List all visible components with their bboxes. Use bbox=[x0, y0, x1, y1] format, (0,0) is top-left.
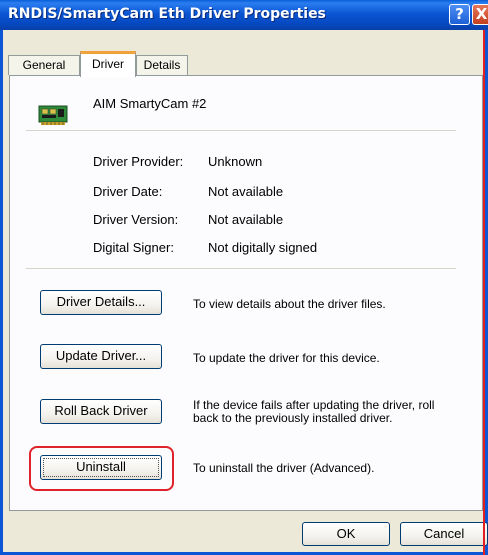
driver-version-value: Not available bbox=[208, 212, 284, 227]
driver-details-button[interactable]: Driver Details... bbox=[40, 290, 162, 315]
driver-details-description: To view details about the driver files. bbox=[193, 297, 386, 311]
driver-date-value: Not available bbox=[208, 184, 284, 199]
tab-general[interactable]: General bbox=[8, 55, 80, 75]
update-driver-description: To update the driver for this device. bbox=[193, 351, 380, 365]
tab-driver[interactable]: Driver bbox=[80, 51, 136, 77]
help-button[interactable]: ? bbox=[449, 4, 470, 25]
update-driver-button[interactable]: Update Driver... bbox=[40, 344, 162, 369]
driver-date-label: Driver Date: bbox=[93, 184, 163, 199]
driver-provider-value: Unknown bbox=[208, 154, 263, 169]
window-title: RNDIS/SmartyCam Eth Driver Properties bbox=[8, 6, 326, 22]
digital-signer-label: Digital Signer: bbox=[93, 240, 174, 255]
network-adapter-icon bbox=[38, 105, 68, 125]
roll-back-driver-description: If the device fails after updating the d… bbox=[193, 398, 435, 425]
window-edge-accent bbox=[483, 30, 485, 555]
uninstall-description: To uninstall the driver (Advanced). bbox=[193, 461, 375, 475]
roll-back-driver-button[interactable]: Roll Back Driver bbox=[40, 399, 162, 424]
title-bar[interactable]: RNDIS/SmartyCam Eth Driver Properties ? … bbox=[0, 0, 488, 30]
cancel-button[interactable]: Cancel bbox=[400, 522, 488, 546]
window-frame-left bbox=[0, 30, 3, 555]
properties-dialog: RNDIS/SmartyCam Eth Driver Properties ? … bbox=[0, 0, 488, 555]
uninstall-button[interactable]: Uninstall bbox=[40, 455, 162, 480]
digital-signer-value: Not digitally signed bbox=[208, 240, 318, 255]
device-name: AIM SmartyCam #2 bbox=[93, 96, 207, 111]
tab-details[interactable]: Details bbox=[136, 55, 188, 75]
close-button[interactable]: X bbox=[472, 4, 488, 25]
driver-provider-label: Driver Provider: bbox=[93, 154, 184, 169]
driver-version-label: Driver Version: bbox=[93, 212, 179, 227]
divider bbox=[26, 268, 456, 269]
divider bbox=[26, 130, 456, 131]
ok-button[interactable]: OK bbox=[302, 522, 390, 546]
